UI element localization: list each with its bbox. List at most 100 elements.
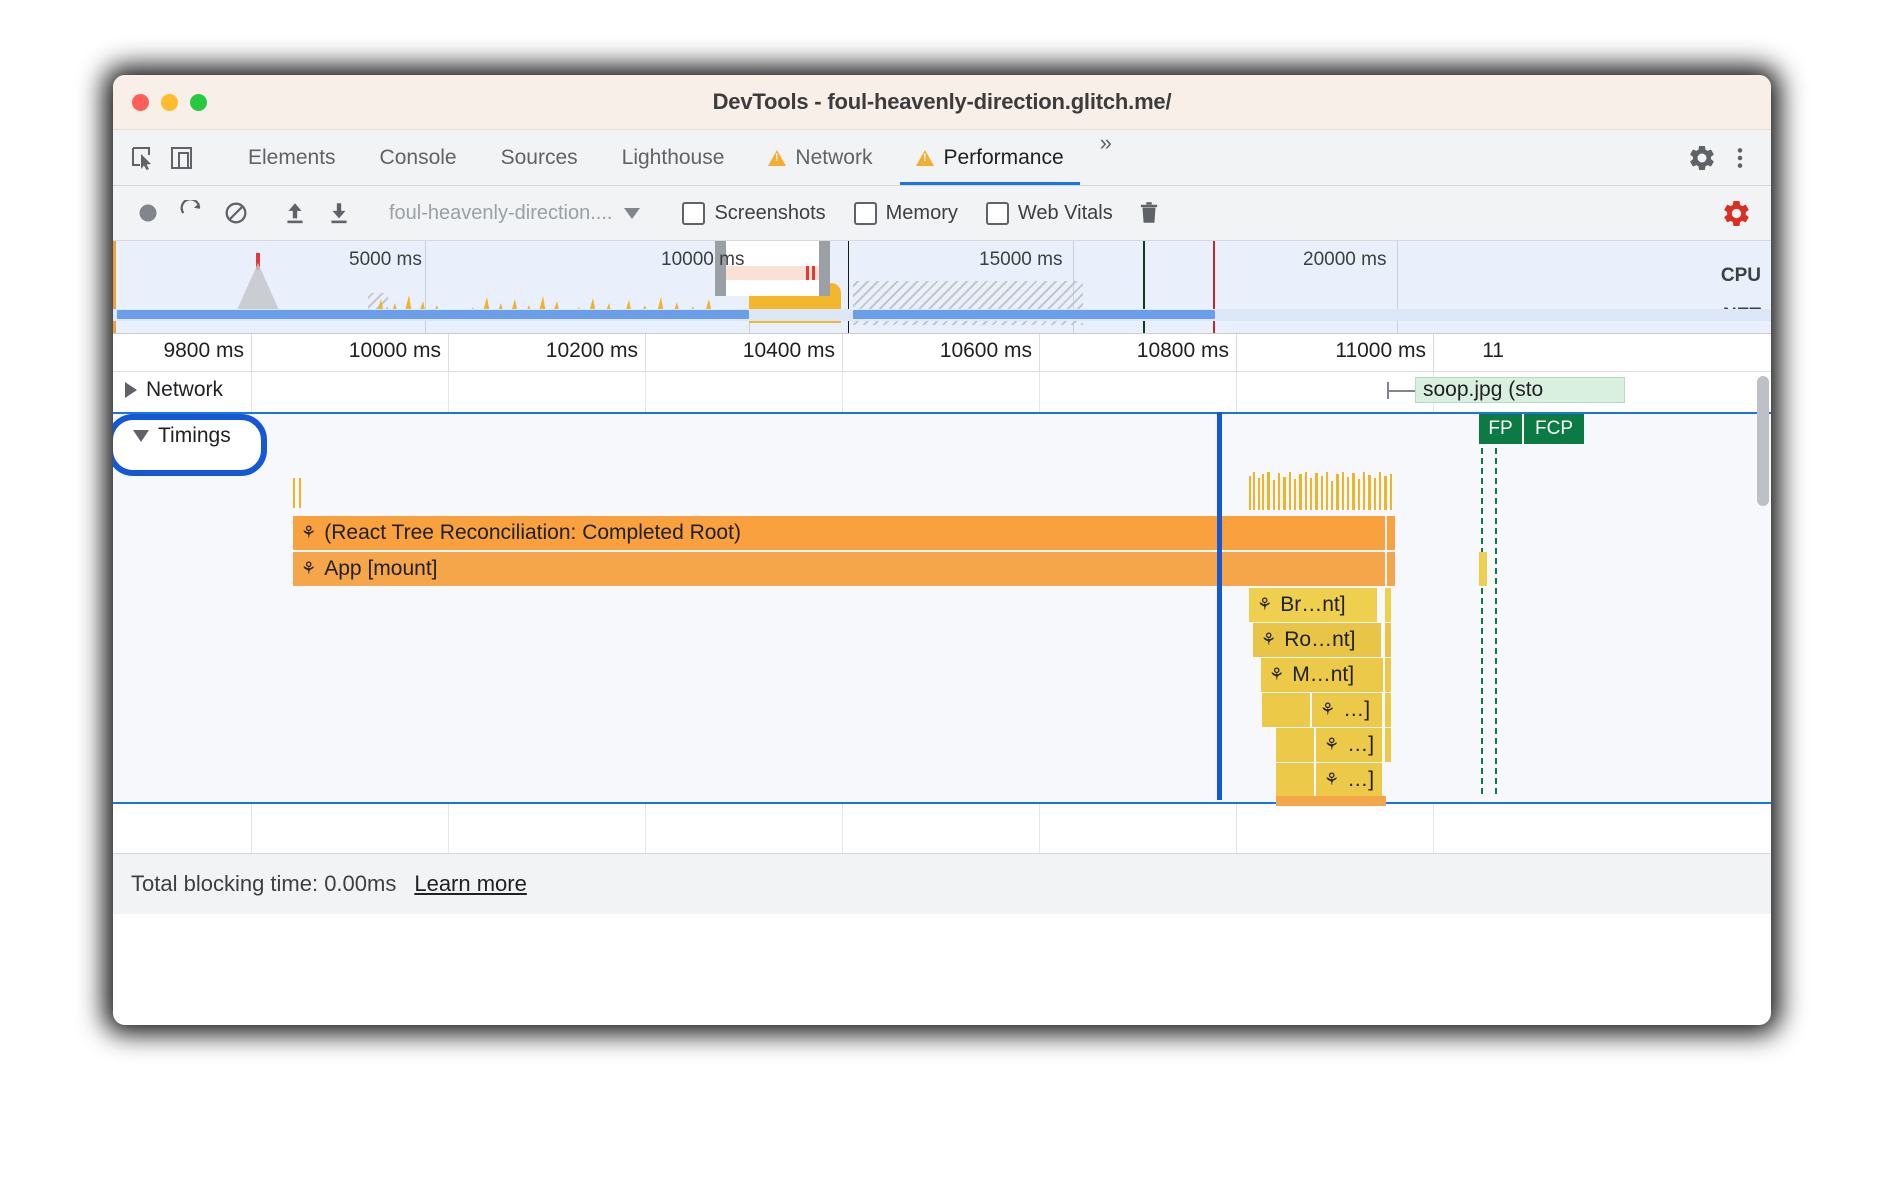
tab-network[interactable]: Network	[746, 130, 894, 185]
kebab-menu-icon[interactable]	[1723, 141, 1757, 175]
performance-toolbar: foul-heavenly-direction.... Screenshots …	[113, 186, 1771, 241]
devtools-tabs: Elements Console Sources Lighthouse Netw…	[226, 130, 1668, 185]
maximize-button[interactable]	[190, 94, 207, 111]
track-header-timings[interactable]: Timings	[121, 418, 231, 454]
overview-net-bar	[853, 310, 1215, 319]
web-vitals-checkbox[interactable]: Web Vitals	[973, 201, 1126, 225]
save-profile-icon[interactable]	[318, 192, 360, 234]
capture-settings-gear-icon[interactable]	[1715, 192, 1757, 234]
chevron-down-icon	[133, 430, 149, 442]
flame-bar-browser-mount[interactable]: ⚘ Br…nt]	[1249, 588, 1377, 622]
track-timings-label: Timings	[158, 424, 231, 447]
flame-bar-child-3[interactable]: ⚘ …]	[1316, 763, 1382, 797]
ruler-label-10000: 10000 ms	[348, 339, 441, 362]
trash-icon[interactable]	[1128, 192, 1170, 234]
overview-sel-red-tick	[806, 266, 809, 280]
window-title: DevTools - foul-heavenly-direction.glitc…	[712, 89, 1172, 114]
flame-bar-main-mount[interactable]: ⚘ M…nt]	[1261, 658, 1383, 692]
tab-console[interactable]: Console	[358, 130, 479, 185]
overview-net-bar	[117, 310, 749, 319]
timeline-ruler: 9800 ms 10000 ms 10200 ms 10400 ms 10600…	[113, 334, 1771, 372]
flame-bar-edge	[1385, 693, 1391, 727]
overview-tick-5000: 5000 ms	[349, 249, 422, 270]
network-request-whisker	[1389, 390, 1415, 392]
flame-bar-router-mount[interactable]: ⚘ Ro…nt]	[1253, 623, 1381, 657]
flame-bar-label: App [mount]	[324, 557, 438, 580]
tab-network-label: Network	[795, 145, 873, 169]
window-controls	[132, 94, 207, 111]
tabstrip-right-icons	[1668, 130, 1771, 185]
inspect-element-icon[interactable]	[125, 141, 159, 175]
flame-chart[interactable]: Network soop.jpg (sto Timings FP FCP ⚘ (…	[113, 372, 1771, 853]
flame-bar-edge	[1385, 728, 1391, 762]
record-button[interactable]	[127, 192, 169, 234]
flame-bar-sibling[interactable]	[1262, 693, 1310, 727]
flame-bar-sibling[interactable]	[1276, 763, 1314, 797]
flame-bar-child-1[interactable]: ⚘ …]	[1312, 693, 1382, 727]
learn-more-link[interactable]: Learn more	[414, 871, 527, 897]
react-atom-icon: ⚘	[1261, 630, 1277, 649]
overview-tick-20000: 20000 ms	[1303, 249, 1387, 270]
clear-button[interactable]	[215, 192, 257, 234]
reload-and-record-button[interactable]	[171, 192, 213, 234]
total-blocking-time: Total blocking time: 0.00ms	[131, 871, 397, 896]
page-selector-label: foul-heavenly-direction....	[389, 201, 613, 224]
marker-fp[interactable]: FP	[1479, 414, 1524, 444]
react-atom-icon: ⚘	[1324, 770, 1340, 789]
network-request-cap	[1387, 382, 1389, 399]
close-button[interactable]	[132, 94, 149, 111]
overview-cpu-label: CPU	[1720, 265, 1761, 286]
timeline-overview[interactable]: 5000 ms 10000 ms 15000 ms 20000 ms CPU N…	[113, 241, 1771, 334]
memory-label: Memory	[885, 201, 958, 224]
flame-bar-edge	[1385, 588, 1391, 622]
more-tabs-icon[interactable]: »	[1086, 130, 1126, 185]
overview-handle-right[interactable]	[819, 241, 830, 296]
screenshots-checkbox[interactable]: Screenshots	[669, 201, 838, 225]
flame-bar-edge	[1387, 552, 1395, 586]
status-bar: Total blocking time: 0.00ms Learn more	[113, 853, 1771, 914]
tabstrip-left-icons	[113, 130, 226, 185]
network-request-label: soop.jpg (sto	[1423, 378, 1544, 401]
tab-sources[interactable]: Sources	[479, 130, 600, 185]
screenshots-label: Screenshots	[714, 201, 826, 224]
ruler-label-9800: 9800 ms	[163, 339, 244, 362]
timing-tick-cluster	[1249, 472, 1392, 510]
checkbox-box	[853, 201, 877, 225]
page-selector-dropdown[interactable]: foul-heavenly-direction....	[377, 202, 652, 225]
network-request-item[interactable]: soop.jpg (sto	[1415, 377, 1625, 403]
vertical-scrollbar[interactable]	[1757, 376, 1769, 506]
flame-bar-label: …]	[1343, 698, 1371, 721]
screenshot-root: DevTools - foul-heavenly-direction.glitc…	[0, 0, 1884, 1178]
tab-lighthouse[interactable]: Lighthouse	[600, 130, 747, 185]
gear-icon[interactable]	[1685, 141, 1719, 175]
react-atom-icon: ⚘	[1269, 665, 1285, 684]
timeline-playhead[interactable]	[1217, 412, 1222, 800]
marker-fcp[interactable]: FCP	[1524, 414, 1584, 444]
tab-performance[interactable]: Performance	[894, 130, 1085, 185]
tab-elements-label: Elements	[248, 145, 336, 169]
warning-icon	[916, 149, 935, 166]
react-atom-icon: ⚘	[301, 523, 317, 542]
timing-tick	[299, 478, 301, 508]
tab-performance-label: Performance	[943, 145, 1064, 169]
checkbox-box	[682, 201, 706, 225]
device-toolbar-icon[interactable]	[165, 141, 199, 175]
overview-sel-red-tick	[812, 266, 815, 280]
track-header-network[interactable]: Network	[113, 372, 223, 408]
flame-bar-partial[interactable]	[1276, 796, 1386, 806]
flame-bar-child-2[interactable]: ⚘ …]	[1316, 728, 1382, 762]
marker-fp-dashline	[1481, 448, 1483, 794]
flame-bar-label: …]	[1347, 768, 1375, 791]
flame-bar-label: (React Tree Reconciliation: Completed Ro…	[324, 521, 741, 544]
overview-tick-15000: 15000 ms	[979, 249, 1063, 270]
load-profile-icon[interactable]	[274, 192, 316, 234]
marker-fcp-label: FCP	[1535, 418, 1573, 439]
ruler-label-10200: 10200 ms	[545, 339, 638, 362]
flame-bar-sibling[interactable]	[1276, 728, 1314, 762]
memory-checkbox[interactable]: Memory	[841, 201, 971, 225]
react-atom-icon: ⚘	[1320, 700, 1336, 719]
minimize-button[interactable]	[161, 94, 178, 111]
web-vitals-label: Web Vitals	[1017, 201, 1113, 224]
track-network-label: Network	[146, 378, 224, 401]
tab-elements[interactable]: Elements	[226, 130, 358, 185]
